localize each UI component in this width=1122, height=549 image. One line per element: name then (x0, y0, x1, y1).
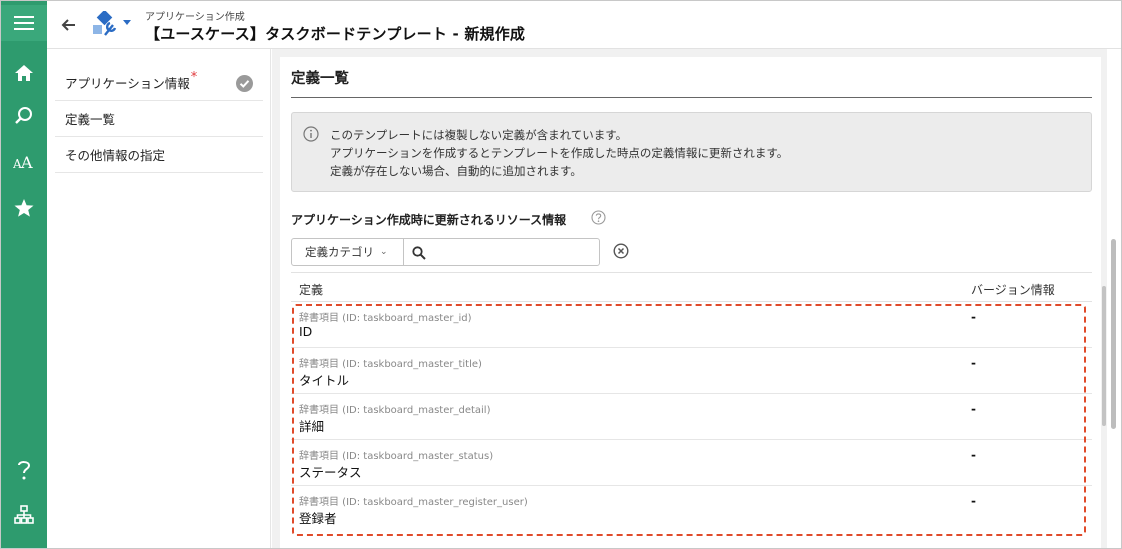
table-header: 定義 バージョン情報 (291, 272, 1092, 302)
page-title: 【ユースケース】タスクボードテンプレート - 新規作成 (145, 25, 526, 43)
search-icon[interactable] (1, 99, 47, 133)
nav-item-application-info[interactable]: アプリケーション情報 * (55, 65, 263, 101)
row-name: 登録者 (299, 511, 337, 526)
row-version: - (971, 494, 976, 508)
category-select-label: 定義カテゴリ (305, 245, 374, 259)
table-row: 辞書項目 (ID: taskboard_master_register_user… (291, 486, 1092, 532)
info-line: アプリケーションを作成するとテンプレートを作成した時点の定義情報に更新されます。 (330, 146, 789, 160)
column-header-version: バージョン情報 (971, 283, 1055, 297)
page-scroll-thumb[interactable] (1111, 239, 1116, 429)
row-type-id: 辞書項目 (ID: taskboard_master_id) (299, 313, 472, 324)
resource-table: 辞書項目 (ID: taskboard_master_id) ID - 辞書項目… (291, 302, 1092, 532)
row-version: - (971, 402, 976, 416)
nav-item-label: 定義一覧 (65, 112, 116, 127)
help-circle-icon[interactable] (591, 210, 606, 225)
row-version: - (971, 356, 976, 370)
table-row: 辞書項目 (ID: taskboard_master_id) ID - (291, 302, 1092, 348)
row-name: 詳細 (299, 419, 325, 434)
star-icon[interactable] (1, 191, 47, 225)
category-select[interactable]: 定義カテゴリ ⌄ (292, 239, 404, 265)
home-icon[interactable] (1, 56, 47, 90)
info-line: このテンプレートには複製しない定義が含まれています。 (330, 128, 628, 142)
svg-text:A: A (20, 154, 33, 170)
info-message: このテンプレートには複製しない定義が含まれています。 アプリケーションを作成する… (330, 126, 788, 180)
filter-bar: 定義カテゴリ ⌄ (291, 238, 600, 266)
check-circle-icon (236, 75, 253, 92)
nav-item-other-info[interactable]: その他情報の指定 (55, 137, 263, 173)
search-icon (412, 245, 426, 260)
table-row: 辞書項目 (ID: taskboard_master_detail) 詳細 - (291, 394, 1092, 440)
nav-item-label: その他情報の指定 (65, 148, 166, 163)
content-panel: 定義一覧 このテンプレートには複製しない定義が含まれています。 アプリケーション… (280, 57, 1106, 548)
main-area: 定義一覧 このテンプレートには複製しない定義が含まれています。 アプリケーション… (272, 49, 1121, 548)
row-version: - (971, 310, 976, 324)
row-version: - (971, 448, 976, 462)
row-type-id: 辞書項目 (ID: taskboard_master_status) (299, 451, 494, 462)
nav-item-definition-list[interactable]: 定義一覧 (55, 101, 263, 137)
font-size-icon[interactable]: AA (1, 145, 47, 179)
page-scrollbar[interactable] (1107, 49, 1121, 548)
side-rail: AA (1, 1, 47, 548)
breadcrumb[interactable]: アプリケーション作成 (145, 8, 245, 23)
info-icon (303, 126, 319, 142)
nav-item-label: アプリケーション情報 (65, 76, 190, 91)
required-mark: * (190, 70, 198, 85)
app-window: AA アプリケーション作成 【ユースケース】タスクボードテンプレート - 新規作… (0, 0, 1122, 549)
back-arrow-icon[interactable] (59, 15, 79, 35)
row-type-id: 辞書項目 (ID: taskboard_master_detail) (299, 405, 491, 416)
row-type-id: 辞書項目 (ID: taskboard_master_register_user… (299, 497, 528, 508)
info-box: このテンプレートには複製しない定義が含まれています。 アプリケーションを作成する… (291, 112, 1092, 192)
row-name: タイトル (299, 373, 350, 388)
table-row: 辞書項目 (ID: taskboard_master_title) タイトル - (291, 348, 1092, 394)
chevron-down-icon: ⌄ (380, 247, 388, 257)
table-scroll-thumb[interactable] (1102, 286, 1106, 426)
top-bar: アプリケーション作成 【ユースケース】タスクボードテンプレート - 新規作成 (47, 1, 1121, 49)
row-type-id: 辞書項目 (ID: taskboard_master_title) (299, 359, 482, 370)
row-name: ID (299, 324, 313, 339)
section-divider (291, 97, 1092, 98)
sitemap-icon[interactable] (1, 498, 47, 532)
clear-icon[interactable] (613, 243, 629, 259)
help-icon[interactable] (1, 453, 47, 487)
column-header-definition: 定義 (299, 283, 324, 297)
section-title: 定義一覧 (291, 71, 349, 87)
search-input[interactable] (432, 242, 592, 262)
app-builder-icon[interactable] (91, 9, 119, 39)
menu-icon[interactable] (1, 5, 47, 41)
resources-title: アプリケーション作成時に更新されるリソース情報 (291, 213, 567, 227)
table-row: 辞書項目 (ID: taskboard_master_status) ステータス… (291, 440, 1092, 486)
info-line: 定義が存在しない場合、自動的に追加されます。 (330, 164, 582, 178)
step-navigation: アプリケーション情報 * 定義一覧 その他情報の指定 (47, 49, 271, 548)
chevron-down-icon[interactable] (123, 20, 131, 25)
row-name: ステータス (299, 465, 362, 480)
